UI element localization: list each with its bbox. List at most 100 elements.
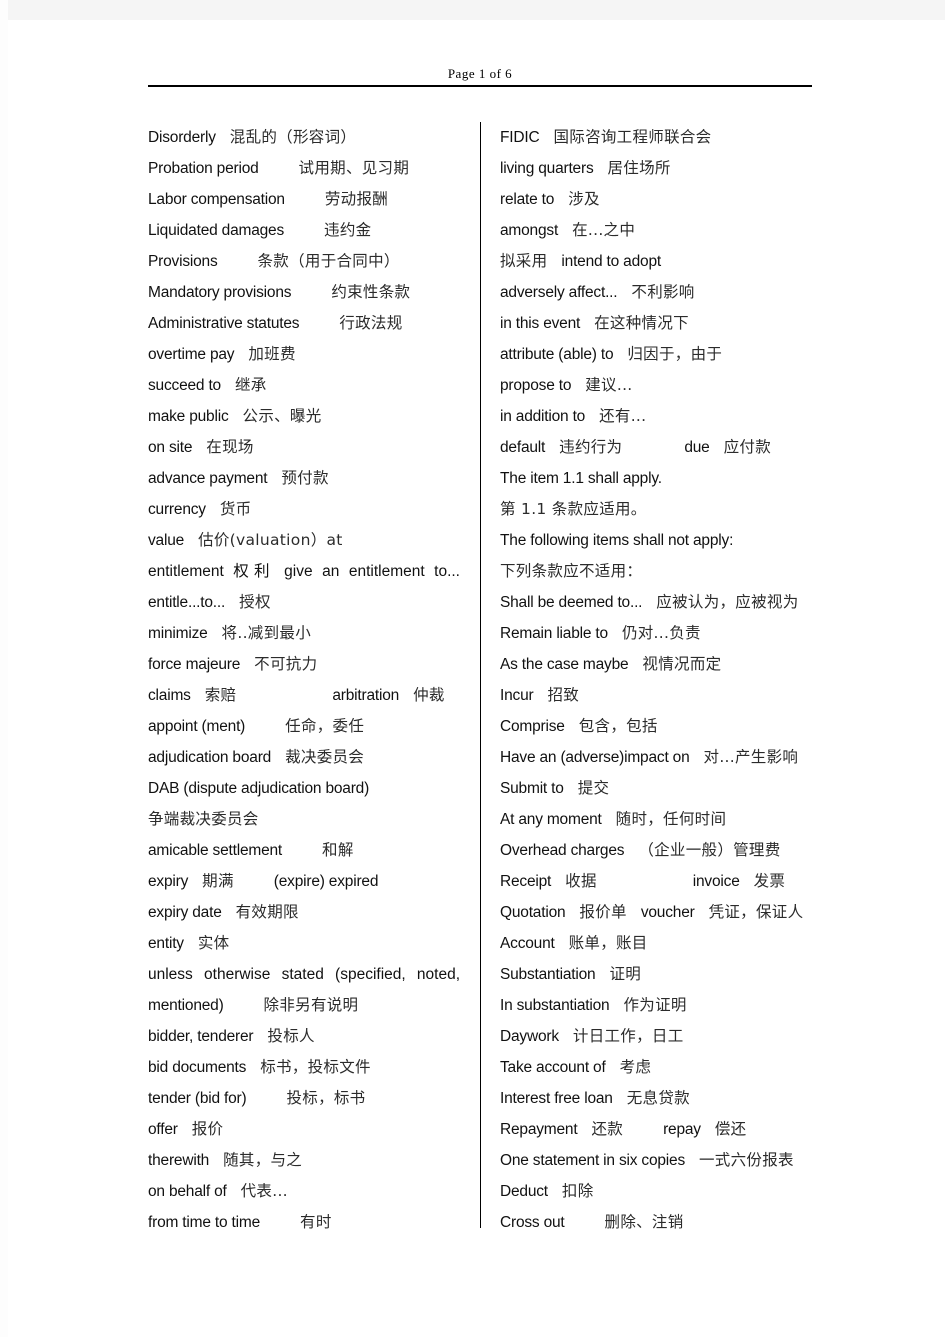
entry-gloss-cn: 混乱的（形容词） (229, 128, 357, 146)
entry-term-en: Remain liable to (500, 625, 608, 642)
entry-gloss-cn: 涉及 (568, 190, 600, 208)
entry-gloss-cn: 考虑 (619, 1058, 652, 1076)
entry-gloss-cn: 报价单 (579, 903, 627, 921)
entry-gloss-cn: 期满 (202, 872, 234, 890)
entry-gloss-cn: 随时，任何时间 (615, 810, 727, 828)
glossary-entry: Comprise 包含，包括 (500, 711, 812, 742)
entry-term-en: Account (500, 935, 555, 952)
entry-term-en: force majeure (148, 656, 241, 673)
entry-term-en: adversely affect... (500, 284, 618, 301)
page-header: Page 1 of 6 (148, 66, 812, 87)
entry-gloss-cn: 有效期限 (235, 903, 299, 921)
entry-term-en: bidder, tenderer (148, 1028, 254, 1045)
entry-gloss-cn: 争端裁决委员会 (148, 810, 259, 828)
entry-term-en: As the case maybe (500, 656, 629, 673)
entry-term-en: Administrative statutes (148, 315, 300, 332)
entry-term-en: Overhead charges (500, 842, 625, 859)
entry-term-en: appoint (ment) (148, 718, 246, 735)
entry-gloss-cn: 约束性条款 (331, 283, 411, 301)
entry-gloss-cn: 条款（用于合同中） (257, 252, 400, 270)
entry-term-en: living quarters (500, 160, 594, 177)
entry-gloss-cn: 国际咨询工程师联合会 (553, 128, 712, 146)
entry-term-en-secondary: due (684, 439, 710, 456)
glossary-entry: claims 索赔 arbitration 仲裁 (148, 680, 460, 711)
glossary-entry: from time to time 有时 (148, 1207, 460, 1238)
page-top-margin (0, 0, 945, 20)
entry-term-en: relate to (500, 191, 555, 208)
entry-gloss-cn: 归因于，由于 (627, 345, 723, 363)
entry-gloss-cn: 居住场所 (607, 159, 671, 177)
entry-term-en: on behalf of (148, 1183, 227, 1200)
glossary-entry: Remain liable to 仍对...负责 (500, 618, 812, 649)
entry-term-en: Receipt (500, 873, 552, 890)
entry-gloss-cn: 证明 (609, 965, 642, 983)
glossary-entry: Deduct 扣除 (500, 1176, 812, 1207)
entry-gloss-cn: 裁决委员会 (285, 748, 365, 766)
entry-term-en: expiry (148, 873, 189, 890)
glossary-entry: on behalf of 代表... (148, 1176, 460, 1207)
entry-term-en: One statement in six copies (500, 1152, 685, 1169)
glossary-entry: in this event 在这种情况下 (500, 308, 812, 339)
entry-gloss-cn: 不利影响 (631, 283, 695, 301)
entry-gloss-cn: 和解 (322, 841, 354, 859)
entry-term-en: tender (bid for) (148, 1090, 247, 1107)
entry-gloss-cn: 下列条款应不适用： (500, 562, 643, 580)
glossary-entry: bid documents 标书，投标文件 (148, 1052, 460, 1083)
entry-term-en: Liquidated damages (148, 222, 285, 239)
entry-term-en: value (148, 532, 185, 549)
entry-term-en-secondary: voucher (640, 904, 695, 921)
entry-term-en: default (500, 439, 546, 456)
entry-gloss-cn: 违约行为 (559, 438, 623, 456)
glossary-entry: attribute (able) to 归因于，由于 (500, 339, 812, 370)
entry-term-en: Substantiation (500, 966, 596, 983)
entry-term-en: intend to adopt (561, 253, 661, 270)
glossary-entry: Repayment 还款 repay 偿还 (500, 1114, 812, 1145)
entry-term-en: Labor compensation (148, 191, 285, 208)
glossary-entry: 争端裁决委员会 (148, 804, 460, 835)
glossary-entry: Mandatory provisions 约束性条款 (148, 277, 460, 308)
entry-gloss-cn: 标书，投标文件 (260, 1058, 371, 1076)
entry-term-en: adjudication board (148, 749, 272, 766)
entry-term-en: currency (148, 501, 206, 518)
glossary-columns: Disorderly 混乱的（形容词） Probation period 试用期、见习… (148, 122, 820, 1232)
entry-gloss-cn: 建议... (585, 376, 633, 394)
entry-gloss-cn: 劳动报酬 (324, 190, 389, 208)
glossary-entry: 拟采用 intend to adopt (500, 246, 812, 277)
entry-term-en: Cross out (500, 1214, 565, 1231)
glossary-entry: Quotation 报价单 voucher 凭证，保证人 (500, 897, 812, 928)
entry-gloss-cn: （企业一般）管理费 (638, 841, 781, 859)
glossary-entry: As the case maybe 视情况而定 (500, 649, 812, 680)
entry-gloss-cn: 报价 (191, 1120, 224, 1138)
entry-term-en: At any moment (500, 811, 602, 828)
entry-term-en: Take account of (500, 1059, 606, 1076)
entry-term-en: therewith (148, 1152, 210, 1169)
glossary-entry: Liquidated damages 违约金 (148, 215, 460, 246)
entry-gloss-cn: 不可抗力 (254, 655, 318, 673)
entry-term-en: Submit to (500, 780, 564, 797)
entry-term-en: Mandatory provisions (148, 284, 292, 301)
entry-term-en: Provisions (148, 253, 218, 270)
entry-gloss-cn: 加班费 (248, 345, 296, 363)
glossary-entry: Labor compensation 劳动报酬 (148, 184, 460, 215)
entry-term-en-secondary: invoice (692, 873, 740, 890)
entry-term-en: DAB (dispute adjudication board) (148, 780, 370, 797)
entry-term-en: Daywork (500, 1028, 559, 1045)
glossary-entry: unless otherwise stated (specified, note… (148, 959, 460, 990)
glossary-entry: adjudication board 裁决委员会 (148, 742, 460, 773)
entry-term-en: propose to (500, 377, 572, 394)
glossary-entry: Provisions 条款（用于合同中） (148, 246, 460, 277)
glossary-entry: Account 账单，账目 (500, 928, 812, 959)
entry-term-en: Shall be deemed to... (500, 594, 643, 611)
entry-gloss-cn: 删除、注销 (604, 1213, 684, 1231)
entry-gloss-cn: 投标人 (267, 1027, 315, 1045)
entry-gloss-cn: 估价(valuation）at (198, 531, 343, 549)
glossary-entry: Submit to 提交 (500, 773, 812, 804)
glossary-entry: Administrative statutes 行政法规 (148, 308, 460, 339)
glossary-entry: Probation period 试用期、见习期 (148, 153, 460, 184)
header-divider-rule (148, 85, 812, 87)
entry-term-en: The item 1.1 shall apply. (500, 470, 662, 487)
glossary-entry: The item 1.1 shall apply. (500, 463, 812, 494)
entry-term-en: Deduct (500, 1183, 548, 1200)
entry-gloss-cn: 试用期、见习期 (298, 159, 410, 177)
entry-term-en: overtime pay (148, 346, 235, 363)
